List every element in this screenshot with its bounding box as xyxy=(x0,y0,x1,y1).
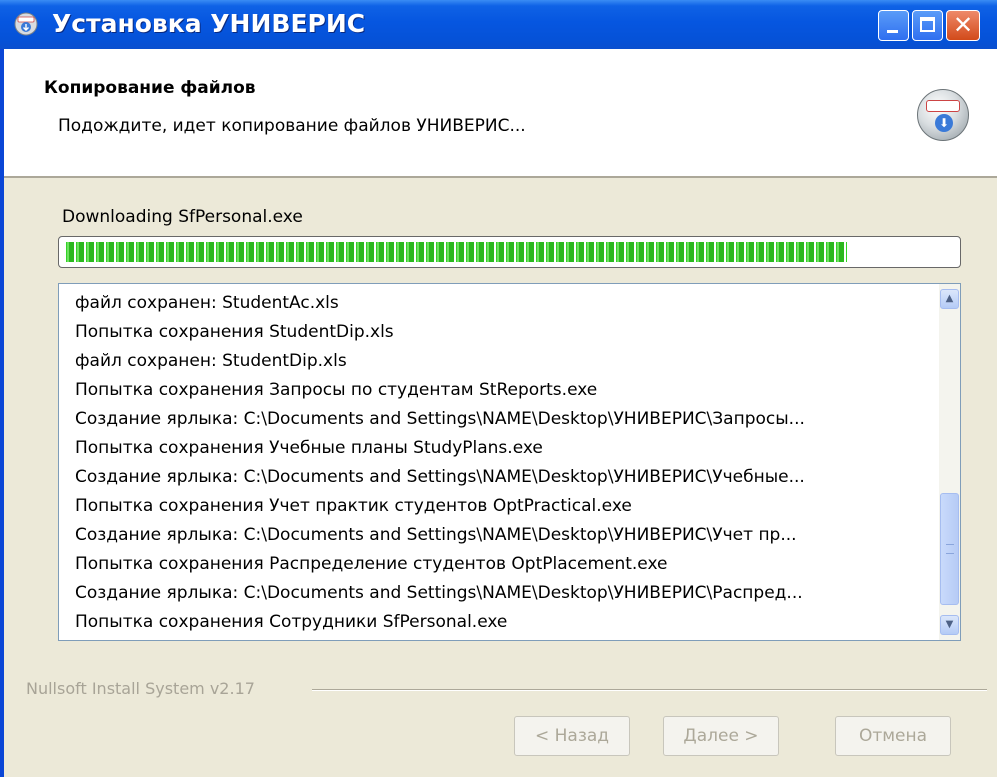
scroll-up-button[interactable]: ▲ xyxy=(940,289,959,309)
page-title: Копирование файлов xyxy=(44,78,256,98)
cancel-button[interactable]: Отмена xyxy=(835,716,951,756)
minimize-button[interactable] xyxy=(878,10,909,41)
maximize-icon xyxy=(920,17,935,32)
log-line: Попытка сохранения Учет практик студенто… xyxy=(75,496,632,516)
divider xyxy=(312,689,987,691)
progress-fill xyxy=(66,242,847,262)
log-line: Попытка сохранения Запросы по студентам … xyxy=(75,380,598,400)
logo-badge xyxy=(926,100,960,112)
status-label: Downloading SfPersonal.exe xyxy=(62,207,303,227)
log-line: Попытка сохранения Сотрудники SfPersonal… xyxy=(75,612,508,632)
log-line: файл сохранен: StudentAc.xls xyxy=(75,293,339,313)
window-title: Установка УНИВЕРИС xyxy=(52,9,366,38)
page-subtitle: Подождите, идет копирование файлов УНИВЕ… xyxy=(58,116,526,136)
scroll-down-button[interactable]: ▼ xyxy=(940,615,959,635)
chevron-up-icon: ▲ xyxy=(945,293,954,304)
close-icon: ✕ xyxy=(952,11,974,39)
log-line: Попытка сохранения StudentDip.xls xyxy=(75,322,394,342)
minimize-icon xyxy=(887,30,898,33)
back-button[interactable]: < Назад xyxy=(514,716,630,756)
download-arrow-icon: ⬇ xyxy=(935,114,953,132)
install-logo-icon: ⬇ xyxy=(917,89,969,141)
log-line: Попытка сохранения Учебные планы StudyPl… xyxy=(75,438,543,458)
close-button[interactable]: ✕ xyxy=(946,10,980,41)
progress-bar xyxy=(58,236,961,268)
title-bar[interactable]: Установка УНИВЕРИС ✕ xyxy=(0,0,997,49)
log-lines: файл сохранен: StudentAc.xls Попытка сохр… xyxy=(75,289,925,637)
page-header xyxy=(4,49,997,178)
log-scrollbar[interactable]: ▲ ▼ xyxy=(939,284,960,640)
maximize-button[interactable] xyxy=(912,10,943,41)
chevron-down-icon: ▼ xyxy=(945,619,954,630)
scroll-thumb[interactable] xyxy=(940,493,959,605)
log-line: Создание ярлыка: C:\Documents and Settin… xyxy=(75,409,805,429)
installer-icon xyxy=(14,12,38,36)
branding-text: Nullsoft Install System v2.17 xyxy=(26,679,255,698)
next-button[interactable]: Далее > xyxy=(663,716,779,756)
grip-icon xyxy=(946,544,954,554)
log-line: Создание ярлыка: C:\Documents and Settin… xyxy=(75,467,805,487)
details-log[interactable]: файл сохранен: StudentAc.xls Попытка сохр… xyxy=(58,283,961,641)
log-line: Попытка сохранения Распределение студент… xyxy=(75,554,668,574)
log-line: Создание ярлыка: C:\Documents and Settin… xyxy=(75,525,797,545)
log-line: файл сохранен: StudentDip.xls xyxy=(75,351,347,371)
log-line: Создание ярлыка: C:\Documents and Settin… xyxy=(75,583,803,603)
